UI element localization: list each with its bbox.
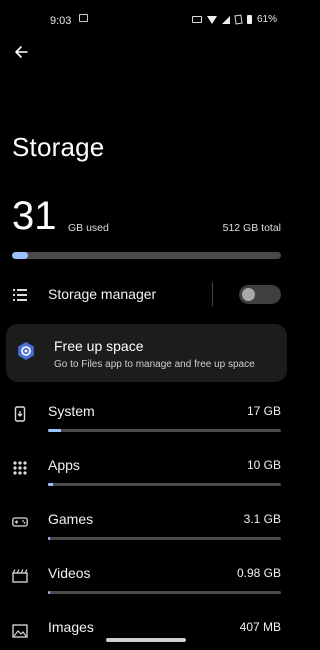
category-bar-fill [48, 483, 53, 486]
category-bar-fill [48, 537, 51, 540]
toggle-knob [242, 288, 255, 301]
keyboard-icon [191, 16, 202, 23]
message-icon [79, 14, 88, 22]
wifi-icon [206, 15, 217, 24]
free-up-space-title: Free up space [54, 338, 144, 354]
storage-manager-toggle[interactable] [239, 285, 281, 304]
status-bar: 9:03 61% [0, 0, 293, 40]
category-size: 407 MB [239, 620, 281, 634]
free-up-space-card[interactable]: Free up space Go to Files app to manage … [6, 324, 287, 382]
battery-percent: 61% [256, 14, 277, 25]
back-arrow-icon [15, 46, 28, 58]
apps-icon [13, 461, 27, 475]
category-bar [48, 429, 281, 432]
images-icon [12, 624, 28, 638]
games-icon [12, 517, 28, 527]
category-size: 10 GB [246, 458, 281, 472]
navigation-handle[interactable] [106, 638, 186, 642]
category-row-videos[interactable]: Videos 0.98 GB [0, 562, 293, 598]
used-amount: 31 [12, 194, 57, 238]
storage-manager-icon [13, 289, 27, 301]
category-size: 3.1 GB [243, 512, 281, 526]
free-up-space-subtitle: Go to Files app to manage and free up sp… [54, 359, 255, 370]
category-label: Apps [48, 457, 80, 473]
category-bar [48, 591, 281, 594]
files-app-icon [18, 342, 34, 360]
system-icon [14, 406, 26, 422]
battery-icon [246, 15, 252, 24]
status-icons: 61% [191, 14, 277, 25]
category-size: 17 GB [246, 404, 281, 418]
category-row-apps[interactable]: Apps 10 GB [0, 454, 293, 490]
category-label: Videos [48, 565, 91, 581]
total-storage: 512 GB total [222, 222, 281, 234]
signal-icon [221, 15, 230, 24]
back-button[interactable] [10, 41, 32, 63]
category-label: Images [48, 619, 94, 635]
status-time: 9:03 [50, 15, 72, 27]
storage-usage-bar [12, 252, 281, 259]
used-unit: GB used [68, 222, 109, 234]
category-bar [48, 483, 281, 486]
storage-usage-fill [12, 252, 29, 259]
page-title: Storage [12, 132, 105, 162]
divider [212, 282, 213, 306]
category-label: System [48, 403, 95, 419]
category-bar [48, 537, 281, 540]
category-row-games[interactable]: Games 3.1 GB [0, 508, 293, 544]
category-size: 0.98 GB [236, 566, 281, 580]
storage-manager-label: Storage manager [48, 286, 157, 302]
category-row-images[interactable]: Images 407 MB [0, 616, 293, 650]
videos-icon [12, 569, 28, 583]
no-sim-icon [234, 14, 243, 25]
category-bar-fill [48, 591, 50, 594]
category-row-system[interactable]: System 17 GB [0, 400, 293, 436]
category-bar-fill [48, 429, 61, 432]
category-label: Games [48, 511, 94, 527]
